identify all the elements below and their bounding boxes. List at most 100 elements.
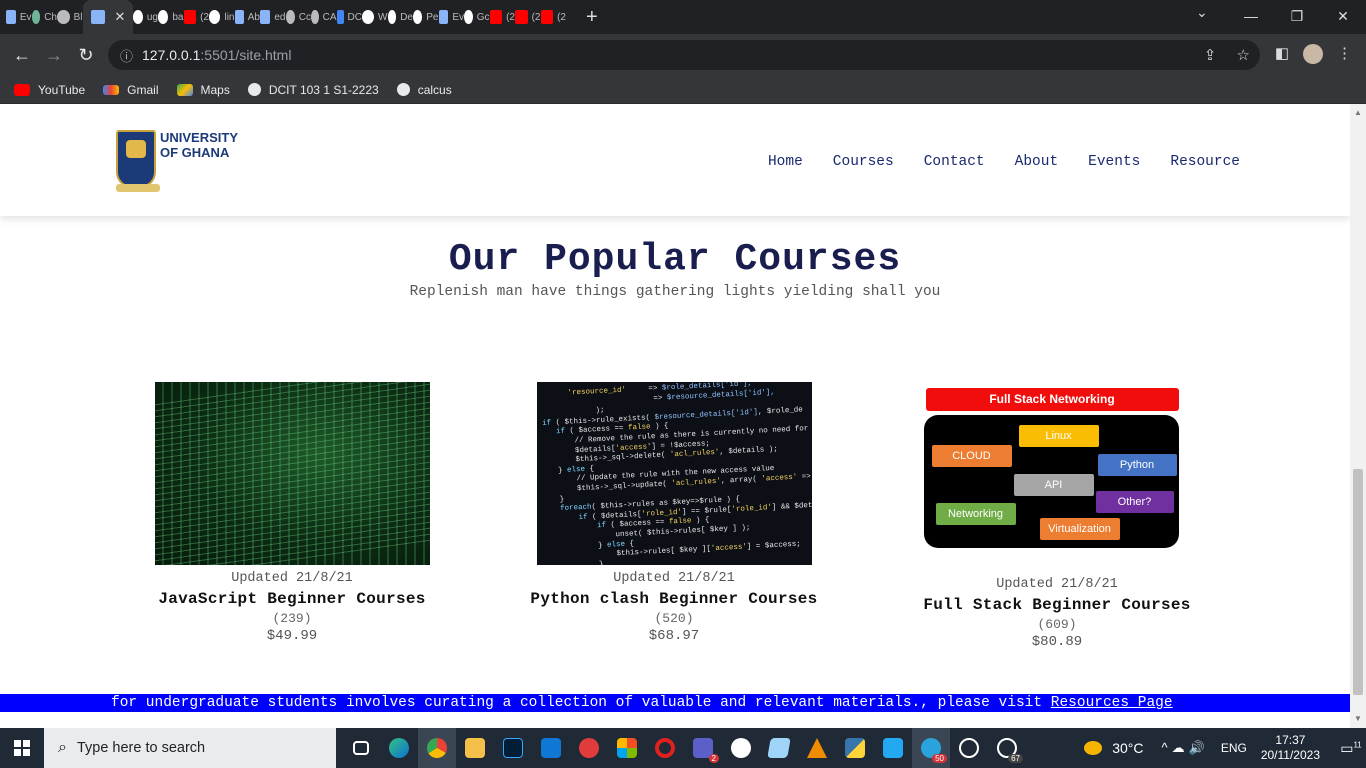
page-scrollbar[interactable]: ▲ ▼ [1350, 104, 1366, 728]
opera-icon[interactable] [646, 728, 684, 768]
course-name[interactable]: Full Stack Beginner Courses [892, 596, 1222, 614]
language-indicator[interactable]: ENG [1221, 741, 1247, 755]
whatsapp-icon[interactable] [950, 728, 988, 768]
bookmark-item[interactable]: YouTube [14, 83, 85, 97]
nav-courses[interactable]: Courses [833, 154, 894, 170]
browser-tab[interactable]: ed [260, 0, 286, 34]
start-button[interactable] [0, 728, 44, 768]
document-icon [90, 10, 105, 24]
forward-icon[interactable]: → [38, 45, 70, 66]
notifications-icon[interactable]: ▭11 [1336, 740, 1366, 757]
browser-tab[interactable]: ba [158, 0, 184, 34]
course-card-python[interactable]: 'resource_id' => $role_details['id'], =>… [509, 382, 839, 644]
browser-tab[interactable]: W [362, 0, 388, 34]
bookmark-item[interactable]: DCIT 103 1 S1-2223 [247, 83, 379, 97]
browser-tab[interactable]: (2 [489, 0, 515, 34]
browser-tab[interactable]: Pe [413, 0, 439, 34]
chip-virtualization: Virtualization [1039, 518, 1120, 540]
chevron-down-icon[interactable]: ⌄ [1196, 4, 1208, 21]
site-info-icon[interactable]: ⓘ [120, 46, 142, 65]
share-icon[interactable]: ⇪ [1204, 47, 1217, 64]
course-name[interactable]: JavaScript Beginner Courses [127, 590, 457, 608]
nav-contact[interactable]: Contact [924, 154, 985, 170]
chrome-icon[interactable] [418, 728, 456, 768]
maximize-icon[interactable]: ❐ [1274, 0, 1320, 34]
browser-tab[interactable]: Cc [285, 0, 311, 34]
photoshop-icon[interactable] [494, 728, 532, 768]
vlc-icon[interactable] [798, 728, 836, 768]
teams-icon[interactable]: 2 [684, 728, 722, 768]
page-viewport: UNIVERSITY OF GHANA Home Courses Contact… [0, 104, 1350, 728]
wordpad-icon[interactable] [722, 728, 760, 768]
file-explorer-icon[interactable] [456, 728, 494, 768]
browser-tab[interactable]: (2 [183, 0, 209, 34]
nav-about[interactable]: About [1015, 154, 1059, 170]
close-tab-icon[interactable]: ✕ [115, 9, 126, 25]
side-panel-icon[interactable]: ◧ [1275, 44, 1289, 64]
browser-tab[interactable]: CA [311, 0, 337, 34]
profile-avatar[interactable] [1303, 44, 1323, 64]
notepad-icon[interactable] [760, 728, 798, 768]
reload-icon[interactable]: ↻ [70, 45, 102, 66]
nav-events[interactable]: Events [1088, 154, 1140, 170]
github-icon [413, 10, 423, 24]
browser-tab[interactable]: (2 [540, 0, 566, 34]
menu-icon[interactable]: ⋮ [1337, 44, 1352, 64]
scrollbar-thumb[interactable] [1353, 469, 1363, 695]
university-logo[interactable]: UNIVERSITY OF GHANA [116, 128, 238, 196]
task-view-icon[interactable] [342, 728, 380, 768]
tab-title: lin [224, 11, 235, 23]
whatsapp-business-icon[interactable]: 67 [988, 728, 1026, 768]
clock[interactable]: 17:37 20/11/2023 [1261, 733, 1320, 763]
course-image-fullstack[interactable]: Full Stack Networking Linux CLOUD Python… [919, 388, 1195, 571]
tab-title: DC [347, 11, 362, 23]
browser-tab[interactable]: (2 [515, 0, 541, 34]
browser-tab[interactable]: DC [336, 0, 362, 34]
vscode-icon[interactable] [874, 728, 912, 768]
python-icon[interactable] [836, 728, 874, 768]
back-icon[interactable]: ← [6, 45, 38, 66]
course-card-fullstack[interactable]: Full Stack Networking Linux CLOUD Python… [892, 388, 1222, 650]
course-image-javascript[interactable] [154, 382, 430, 565]
close-window-icon[interactable]: ✕ [1320, 0, 1366, 34]
weather-widget[interactable]: 30°C [1084, 740, 1144, 756]
telegram-icon[interactable]: 50 [912, 728, 950, 768]
scroll-up-icon[interactable]: ▲ [1354, 108, 1362, 117]
browser-tab[interactable]: De [387, 0, 413, 34]
edge-icon[interactable] [380, 728, 418, 768]
google-icon [464, 10, 473, 24]
bookmark-star-icon[interactable]: ☆ [1237, 47, 1250, 64]
browser-tab[interactable]: Ab [234, 0, 260, 34]
browser-tab[interactable]: Gc [464, 0, 490, 34]
browser-tab[interactable]: Bl [57, 0, 83, 34]
address-bar[interactable]: ⓘ 127.0.0.1:5501/site.html ⇪ ☆ [108, 40, 1260, 70]
resources-page-link[interactable]: Resources Page [1051, 695, 1173, 711]
mail-icon[interactable] [532, 728, 570, 768]
url-text[interactable]: 127.0.0.1:5501/site.html [142, 47, 291, 63]
course-name[interactable]: Python clash Beginner Courses [509, 590, 839, 608]
store-icon[interactable] [608, 728, 646, 768]
browser-tab[interactable]: lin [209, 0, 235, 34]
browser-tab[interactable]: Ev [6, 0, 32, 34]
bookmark-item[interactable]: calcus [396, 83, 452, 97]
browser-tab[interactable]: Ch [31, 0, 57, 34]
bookmark-item[interactable]: Gmail [103, 83, 159, 97]
browser-tab[interactable]: ✕ [82, 0, 133, 34]
course-image-python[interactable]: 'resource_id' => $role_details['id'], =>… [536, 382, 812, 565]
course-updated: Updated 21/8/21 [996, 577, 1118, 592]
minimize-icon[interactable]: — [1228, 0, 1274, 34]
course-card-javascript[interactable]: Updated 21/8/21 JavaScript Beginner Cour… [127, 382, 457, 644]
new-tab-icon[interactable]: + [586, 6, 598, 29]
docs-icon [336, 10, 344, 24]
browser-tab[interactable]: ug [132, 0, 158, 34]
bookmark-item[interactable]: Maps [176, 83, 230, 97]
nav-resource[interactable]: Resource [1170, 154, 1240, 170]
tray-icons[interactable]: ^☁🔊 [1162, 740, 1209, 756]
taskbar-search[interactable]: ⌕ Type here to search [44, 728, 336, 768]
tab-title: (2 [531, 11, 541, 23]
screen-recorder-icon[interactable] [570, 728, 608, 768]
scroll-down-icon[interactable]: ▼ [1354, 714, 1362, 723]
chip-api: API [1013, 474, 1094, 496]
nav-home[interactable]: Home [768, 154, 803, 170]
browser-tab[interactable]: Ev [438, 0, 464, 34]
